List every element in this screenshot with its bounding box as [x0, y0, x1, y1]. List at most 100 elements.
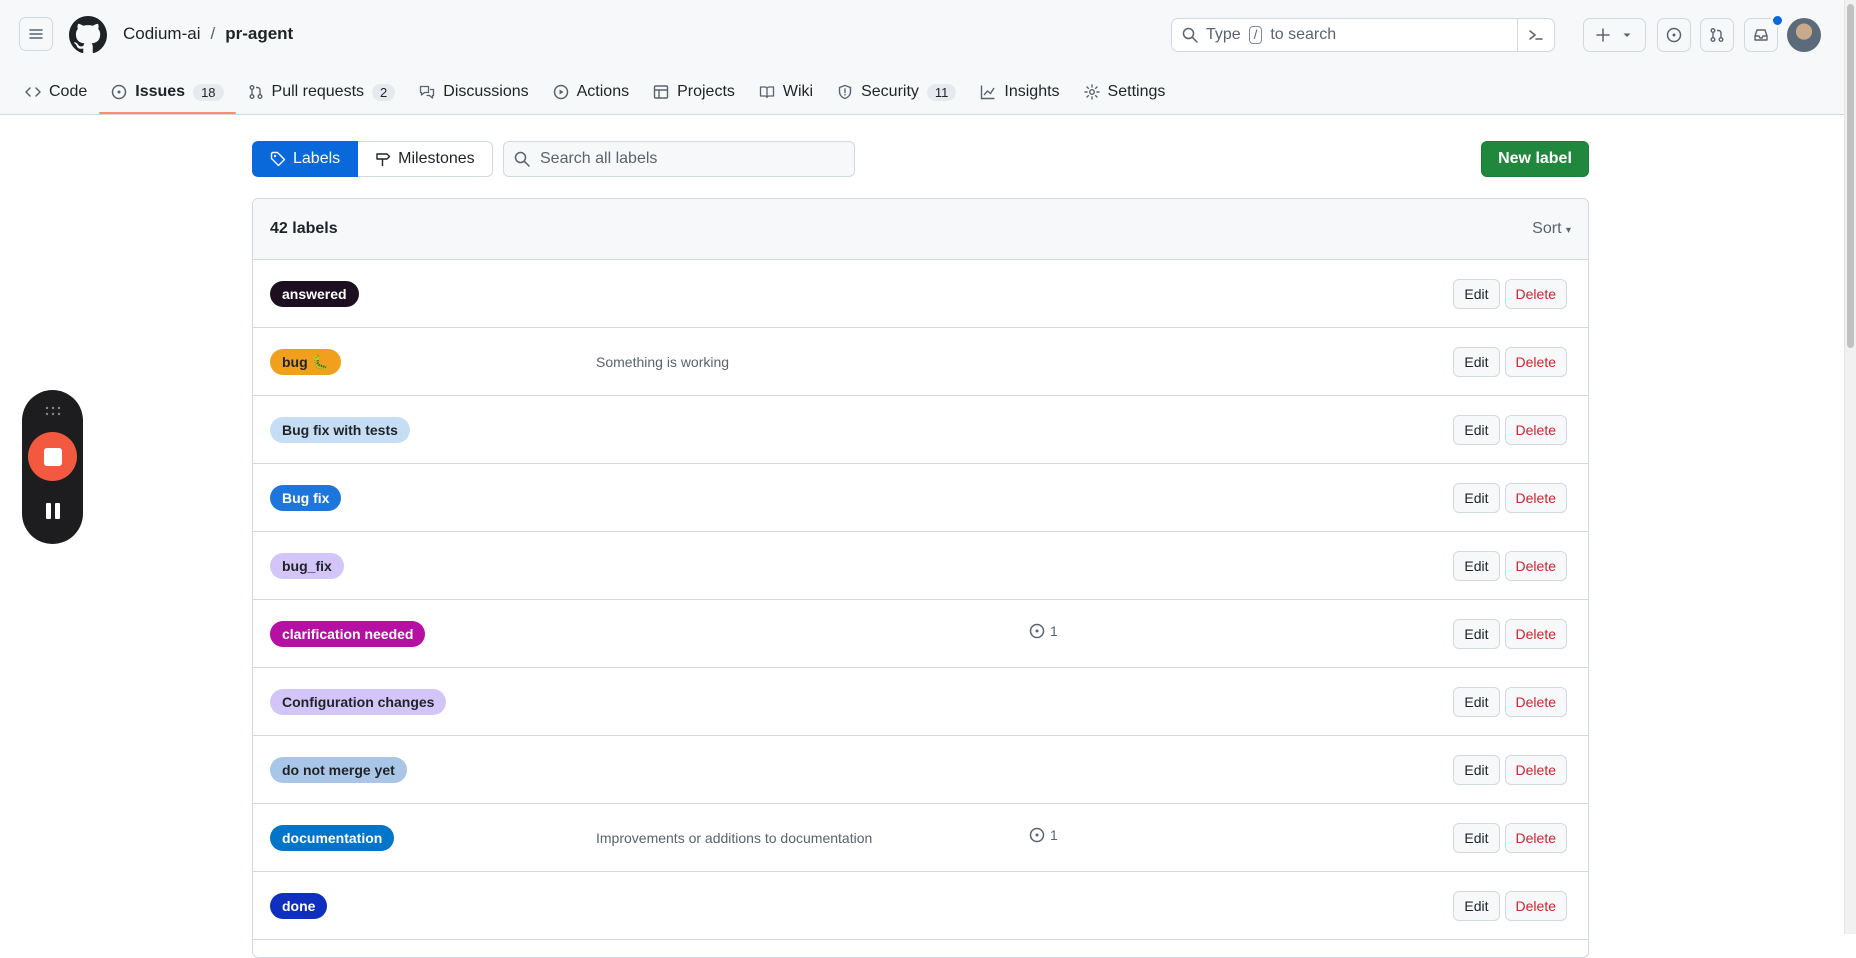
tag-icon	[270, 151, 286, 167]
label-description: Improvements or additions to documentati…	[596, 830, 873, 846]
edit-label-button[interactable]: Edit	[1453, 891, 1500, 921]
label-actions: Edit Delete	[1453, 551, 1567, 581]
delete-label-button[interactable]: Delete	[1504, 823, 1567, 853]
issue-opened-icon	[1029, 623, 1045, 639]
tab-code[interactable]: Code	[13, 72, 99, 112]
search-prefix: Type	[1206, 26, 1241, 43]
edit-label-button[interactable]: Edit	[1453, 347, 1500, 377]
drag-handle-icon[interactable]	[44, 406, 62, 416]
tab-issues[interactable]: Issues 18	[99, 72, 236, 114]
breadcrumb-separator: /	[210, 24, 216, 43]
labels-rows: answered Edit Delete bug 🐛 Something is work…	[253, 260, 1588, 940]
edit-label-button[interactable]: Edit	[1453, 823, 1500, 853]
book-icon	[759, 86, 775, 99]
tab-projects[interactable]: Projects	[641, 72, 747, 112]
labels-tab-button[interactable]: Labels	[252, 141, 359, 177]
open-issues-count: 1	[1050, 623, 1058, 639]
delete-label-button[interactable]: Delete	[1504, 687, 1567, 717]
caret-down-icon: ▾	[1565, 225, 1571, 236]
user-avatar[interactable]	[1787, 18, 1821, 52]
label-search-input[interactable]: Search all labels	[503, 141, 855, 177]
tab-settings[interactable]: Settings	[1072, 72, 1178, 112]
label-row: Configuration changes Edit Delete	[253, 668, 1588, 736]
label-pill[interactable]: documentation	[270, 825, 395, 851]
tab-security[interactable]: Security 11	[825, 72, 968, 112]
tab-wiki-label: Wiki	[782, 83, 814, 100]
pulls-counter: 2	[372, 83, 396, 101]
delete-label-button[interactable]: Delete	[1504, 347, 1567, 377]
label-pill[interactable]: done	[270, 893, 328, 919]
label-actions: Edit Delete	[1453, 415, 1567, 445]
edit-label-button[interactable]: Edit	[1453, 687, 1500, 717]
delete-label-button[interactable]: Delete	[1504, 279, 1567, 309]
page-scrollbar[interactable]	[1844, 0, 1856, 934]
tab-actions-label: Actions	[576, 83, 630, 100]
pause-icon	[46, 503, 51, 519]
plus-icon	[1595, 28, 1610, 42]
tab-discussions[interactable]: Discussions	[407, 72, 540, 112]
edit-label-button[interactable]: Edit	[1453, 483, 1500, 513]
edit-label-button[interactable]: Edit	[1453, 551, 1500, 581]
delete-label-button[interactable]: Delete	[1504, 891, 1567, 921]
edit-label-button[interactable]: Edit	[1453, 279, 1500, 309]
label-pill[interactable]: bug 🐛	[270, 349, 341, 375]
open-issues-link[interactable]: 1	[1029, 827, 1058, 843]
scrollbar-thumb[interactable]	[1847, 4, 1854, 348]
owner-link[interactable]: Codium-ai	[123, 24, 200, 44]
menu-button[interactable]	[19, 17, 53, 51]
stop-icon	[43, 447, 62, 466]
new-label-button[interactable]: New label	[1481, 141, 1589, 177]
tab-wiki[interactable]: Wiki	[747, 72, 825, 112]
tab-pull-requests-label: Pull requests	[271, 83, 365, 100]
security-counter: 11	[926, 83, 957, 101]
label-row: documentation Improvements or additions t…	[253, 804, 1588, 872]
delete-label-button[interactable]: Delete	[1504, 619, 1567, 649]
label-pill[interactable]: Configuration changes	[270, 689, 447, 715]
open-issues-link[interactable]: 1	[1029, 623, 1058, 639]
delete-label-button[interactable]: Delete	[1504, 415, 1567, 445]
tab-actions[interactable]: Actions	[541, 72, 641, 112]
github-logo-icon[interactable]	[69, 16, 107, 54]
label-pill[interactable]: Bug fix with tests	[270, 417, 410, 443]
issues-button[interactable]	[1657, 18, 1691, 52]
repo-nav: Code Issues 18 Pull requests 2 Discussio…	[0, 72, 1177, 114]
label-row: Bug fix with tests Edit Delete	[253, 396, 1588, 464]
label-row: done Edit Delete	[253, 872, 1588, 940]
pause-recording-button[interactable]	[46, 503, 60, 519]
label-pill[interactable]: answered	[270, 281, 359, 307]
edit-label-button[interactable]: Edit	[1453, 415, 1500, 445]
tab-pull-requests[interactable]: Pull requests 2	[236, 72, 408, 112]
labels-list: 42 labels Sort ▾ answered Edit Delete bug 🐛…	[252, 198, 1589, 958]
repo-link[interactable]: pr-agent	[225, 24, 293, 44]
labels-count: 42 labels	[270, 220, 338, 237]
edit-label-button[interactable]: Edit	[1453, 755, 1500, 785]
search-shortcut-key: /	[1248, 26, 1263, 44]
delete-label-button[interactable]: Delete	[1504, 483, 1567, 513]
label-row: do not merge yet Edit Delete	[253, 736, 1588, 804]
label-pill[interactable]: bug_fix	[270, 553, 344, 579]
sort-dropdown[interactable]: Sort ▾	[1532, 220, 1571, 238]
create-new-button[interactable]	[1583, 18, 1646, 52]
label-row: Bug fix Edit Delete	[253, 464, 1588, 532]
terminal-icon	[1529, 30, 1543, 40]
label-actions: Edit Delete	[1453, 619, 1567, 649]
search-suffix: to search	[1270, 26, 1337, 43]
pull-requests-button[interactable]	[1700, 18, 1734, 52]
hamburger-icon	[29, 29, 43, 39]
label-actions: Edit Delete	[1453, 347, 1567, 377]
graph-icon	[981, 85, 995, 100]
edit-label-button[interactable]: Edit	[1453, 619, 1500, 649]
label-pill[interactable]: clarification needed	[270, 621, 426, 647]
delete-label-button[interactable]: Delete	[1504, 755, 1567, 785]
command-palette-button[interactable]	[1517, 19, 1554, 51]
tab-insights[interactable]: Insights	[968, 72, 1071, 112]
global-search[interactable]: Type / to search	[1171, 18, 1555, 52]
open-issues-count: 1	[1050, 827, 1058, 843]
label-pill[interactable]: do not merge yet	[270, 757, 407, 783]
milestones-tab-button[interactable]: Milestones	[358, 141, 493, 177]
delete-label-button[interactable]: Delete	[1504, 551, 1567, 581]
stop-recording-button[interactable]	[28, 432, 77, 481]
labels-list-header: 42 labels Sort ▾	[253, 199, 1588, 260]
tab-security-label: Security	[861, 83, 919, 100]
label-pill[interactable]: Bug fix	[270, 485, 342, 511]
